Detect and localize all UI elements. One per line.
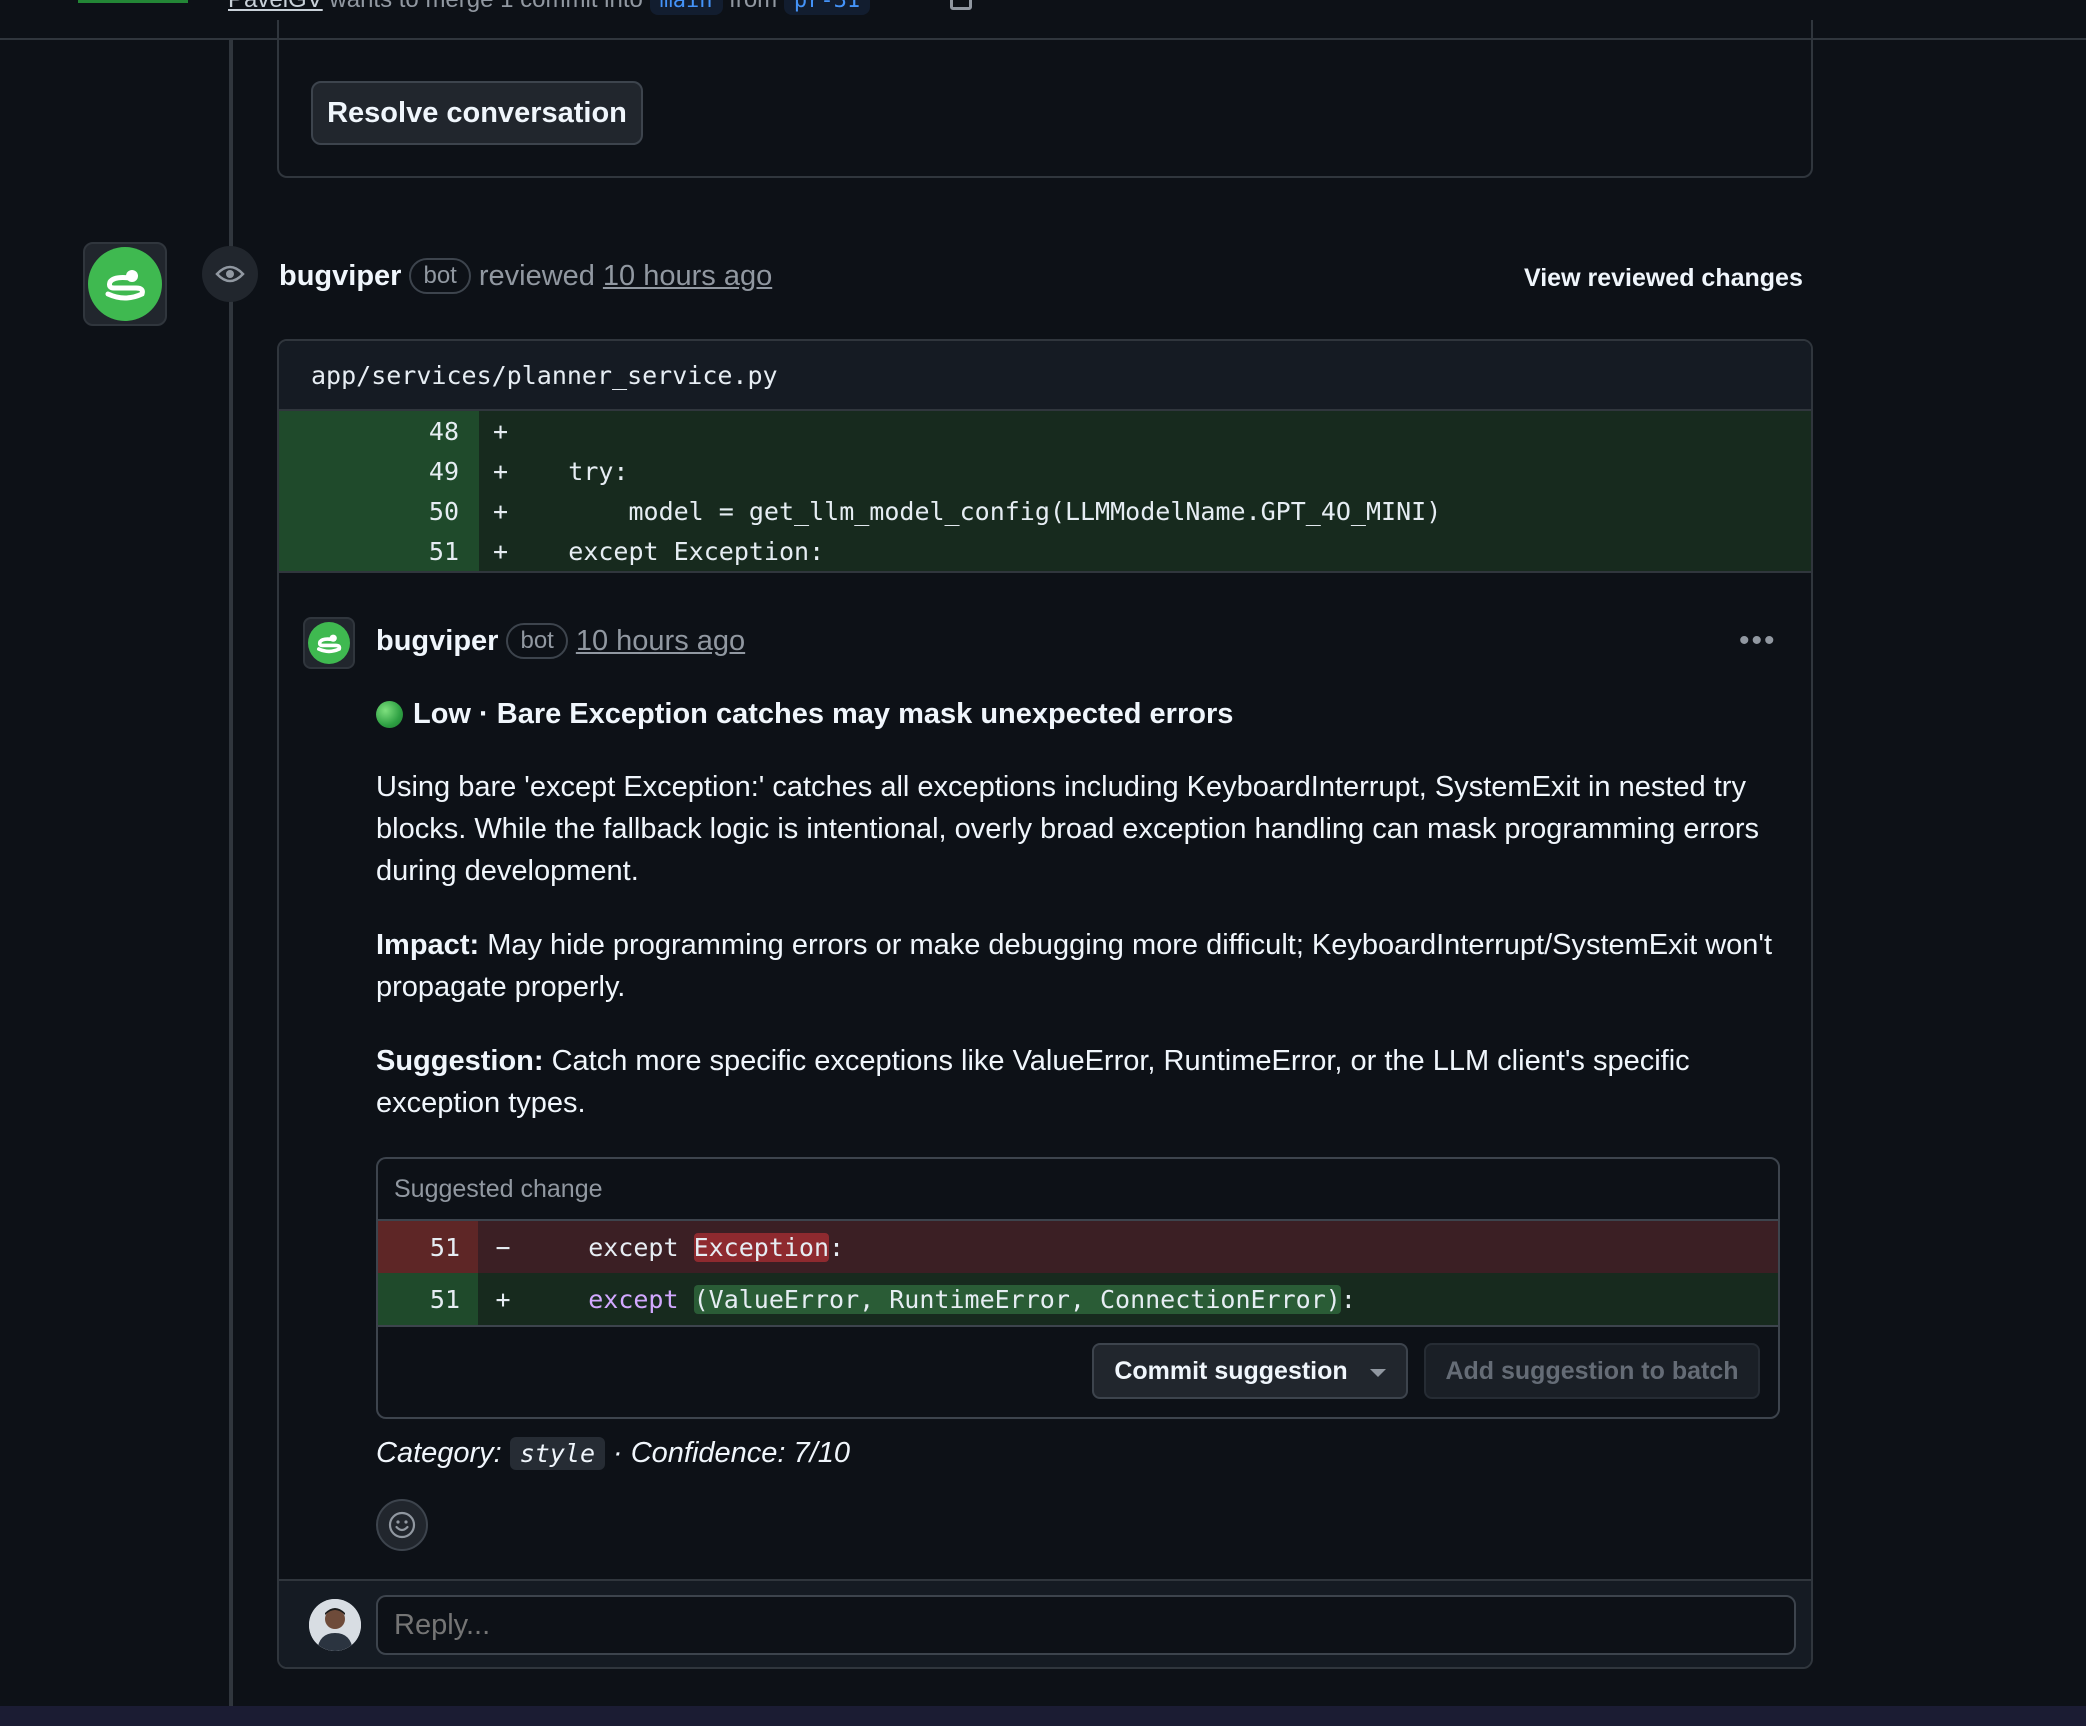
line-number: 51 (378, 1221, 478, 1273)
comment-title-text: Low · Bare Exception catches may mask un… (413, 698, 1234, 730)
removed-highlight: Exception (693, 1232, 830, 1262)
diff-row: 49 + try: (279, 451, 1811, 491)
divider (279, 571, 1811, 573)
review-thread-box: app/services/planner_service.py 48 + 49 … (277, 339, 1813, 1669)
view-reviewed-changes-link[interactable]: View reviewed changes (1524, 264, 1803, 293)
diff-sign: + (493, 456, 509, 486)
status-indicator (78, 0, 188, 3)
diff-hunk: 48 + 49 + try: 50 + model = get_llm_mode… (279, 411, 1811, 571)
code-text: try: (508, 456, 629, 486)
removed-line: 51 − except Exception: (378, 1221, 1778, 1273)
pr-merge-info: PavelGV wants to merge 1 commit into mai… (228, 0, 871, 15)
reply-area (279, 1579, 1811, 1667)
added-line: 51 + except (ValueError, RuntimeError, C… (378, 1273, 1778, 1325)
suggestion-paragraph: Suggestion: Catch more specific exceptio… (376, 1040, 1788, 1124)
line-number: 48 (279, 411, 479, 451)
category-line: Category: style · Confidence: 7/10 (376, 1437, 850, 1470)
line-number: 49 (279, 451, 479, 491)
keyword: except (588, 1284, 679, 1314)
diff-code: + (479, 411, 1811, 451)
diff-code: + except Exception: (479, 531, 1811, 571)
comment-header: bugviper bot 10 hours ago (376, 623, 745, 659)
eye-icon (202, 246, 258, 302)
review-author[interactable]: bugviper (279, 260, 401, 293)
diff-row: 50 + model = get_llm_model_config(LLMMod… (279, 491, 1811, 531)
comment-avatar[interactable] (303, 617, 355, 669)
pr-author-link[interactable]: PavelGV (228, 0, 323, 13)
code-prefix: except (528, 1232, 694, 1262)
bot-badge: bot (409, 258, 471, 294)
category-value: style (509, 1437, 605, 1470)
diff-row: 48 + (279, 411, 1811, 451)
impact-text: May hide programming errors or make debu… (376, 929, 1773, 1003)
commit-suggestion-label: Commit suggestion (1114, 1356, 1348, 1385)
added-highlight: (ValueError, RuntimeError, ConnectionErr… (693, 1284, 1341, 1314)
comment-timestamp[interactable]: 10 hours ago (576, 625, 745, 658)
diff-code: + try: (479, 451, 1811, 491)
line-number: 51 (279, 531, 479, 571)
reply-input[interactable] (376, 1595, 1796, 1655)
commit-suggestion-button[interactable]: Commit suggestion (1092, 1343, 1408, 1399)
from-text: from (729, 0, 777, 13)
plus-sign: + (478, 1273, 528, 1325)
removed-code: except Exception: (528, 1221, 1778, 1273)
file-path[interactable]: app/services/planner_service.py (279, 341, 1811, 411)
review-action: reviewed (478, 259, 595, 292)
impact-label: Impact: (376, 929, 480, 961)
snake-logo-icon (88, 247, 162, 321)
diff-sign: + (493, 416, 509, 446)
diff-code: + model = get_llm_model_config(LLMModelN… (479, 491, 1811, 531)
add-reaction-button[interactable] (376, 1499, 428, 1551)
diff-sign: + (493, 536, 509, 566)
bottom-bar (0, 1706, 2086, 1726)
category-label: Category: (376, 1437, 502, 1469)
copy-icon[interactable] (950, 0, 972, 10)
suggested-change-header: Suggested change (378, 1159, 1778, 1221)
bugviper-avatar[interactable] (83, 242, 167, 326)
suggested-change-box: Suggested change 51 − except Exception: … (376, 1157, 1780, 1419)
impact-paragraph: Impact: May hide programming errors or m… (376, 924, 1788, 1008)
more-options-icon[interactable]: ••• (1739, 624, 1777, 658)
code-suffix: : (1340, 1284, 1356, 1314)
snake-logo-icon (308, 622, 350, 664)
review-timestamp[interactable]: 10 hours ago (603, 260, 772, 293)
user-avatar[interactable] (309, 1599, 361, 1651)
line-number: 50 (279, 491, 479, 531)
added-code: except (ValueError, RuntimeError, Connec… (528, 1273, 1778, 1325)
comment-author[interactable]: bugviper (376, 625, 498, 658)
caret-down-icon[interactable] (1369, 1369, 1386, 1377)
comment-body: Using bare 'except Exception:' catches a… (376, 766, 1788, 1156)
comment-title: Low · Bare Exception catches may mask un… (376, 698, 1233, 731)
line-number: 51 (378, 1273, 478, 1325)
code-text: model = get_llm_model_config(LLMModelNam… (508, 496, 1442, 526)
suggestion-text: Catch more specific exceptions like Valu… (376, 1045, 1690, 1119)
review-header: bugviper bot reviewed 10 hours ago (279, 258, 772, 294)
confidence-text: · Confidence: 7/10 (613, 1437, 850, 1469)
suggestion-label: Suggestion: (376, 1045, 544, 1077)
diff-row: 51 + except Exception: (279, 531, 1811, 571)
diff-sign: + (493, 496, 509, 526)
smiley-icon (388, 1511, 416, 1539)
bot-badge: bot (506, 623, 568, 659)
green-circle-icon (376, 701, 403, 728)
comment-paragraph: Using bare 'except Exception:' catches a… (376, 771, 1760, 887)
code-suffix: : (829, 1232, 845, 1262)
minus-sign: − (478, 1221, 528, 1273)
code-text: except Exception: (508, 536, 825, 566)
add-to-batch-button: Add suggestion to batch (1424, 1343, 1760, 1399)
resolve-conversation-button[interactable]: Resolve conversation (311, 81, 643, 145)
base-branch[interactable]: main (649, 0, 723, 15)
suggestion-actions: Commit suggestion Add suggestion to batc… (378, 1325, 1778, 1417)
merge-text: wants to merge 1 commit into (329, 0, 642, 13)
head-branch[interactable]: pr-31 (783, 0, 871, 15)
